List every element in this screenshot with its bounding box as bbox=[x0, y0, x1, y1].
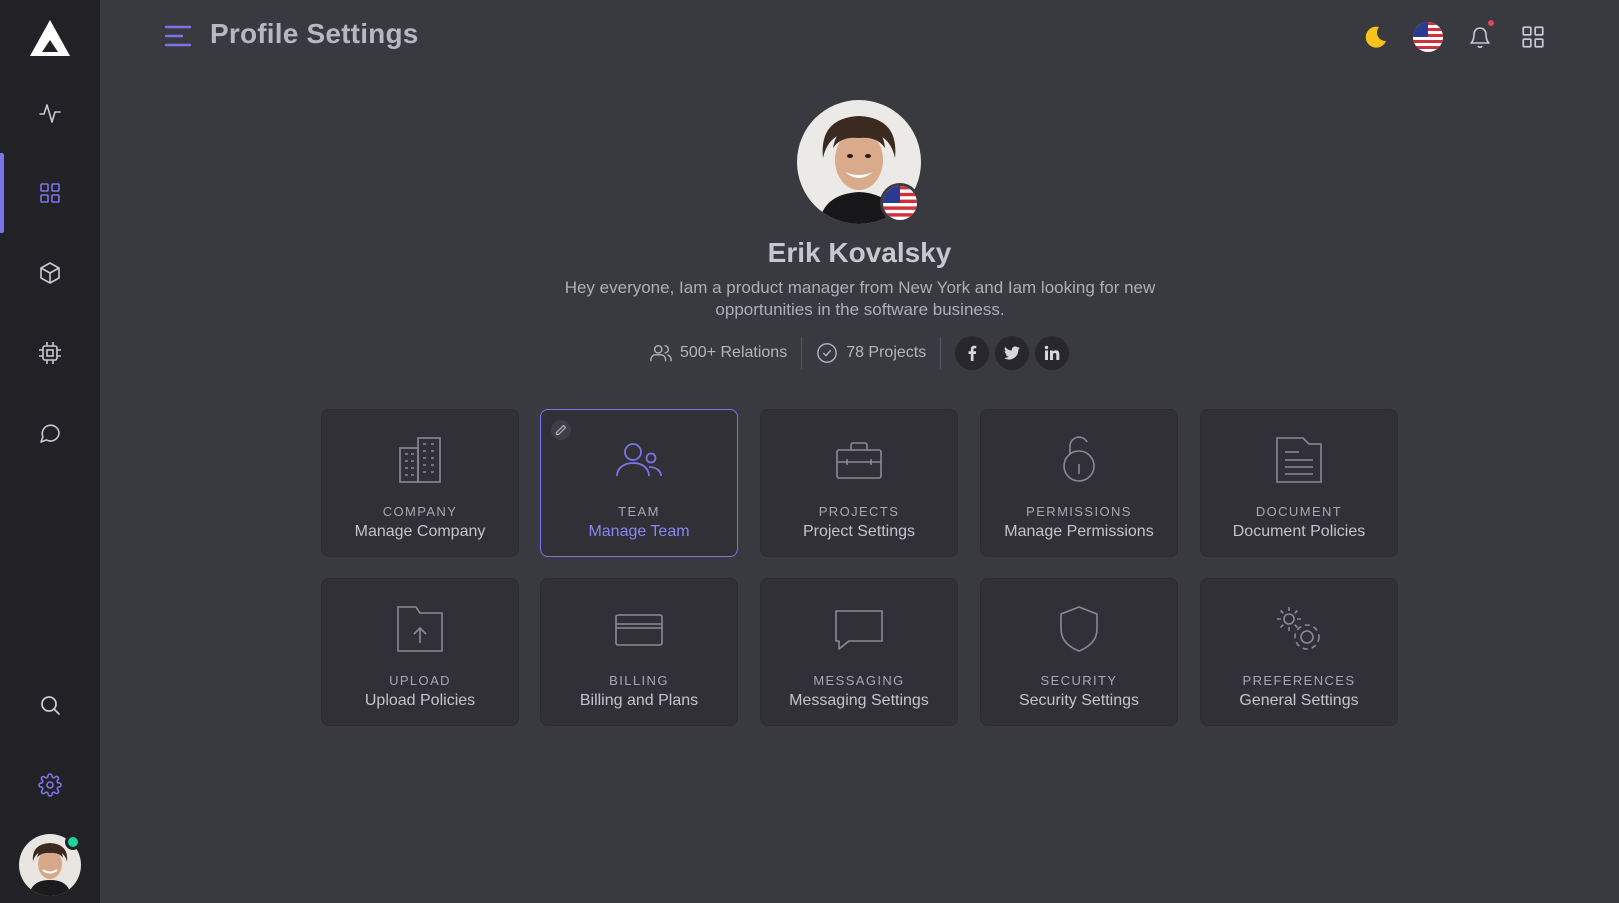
tile-messaging[interactable]: MESSAGING Messaging Settings bbox=[760, 578, 958, 726]
facebook-icon bbox=[968, 345, 977, 361]
upload-folder-icon bbox=[397, 606, 443, 652]
tile-subtitle: Messaging Settings bbox=[789, 692, 929, 709]
tile-security[interactable]: SECURITY Security Settings bbox=[980, 578, 1178, 726]
chat-icon bbox=[40, 424, 60, 443]
profile-name: Erik Kovalsky bbox=[767, 237, 952, 268]
shield-icon bbox=[1060, 606, 1098, 652]
tile-team[interactable]: TEAM Manage Team bbox=[540, 409, 738, 557]
tile-subtitle: Upload Policies bbox=[364, 692, 476, 709]
tile-subtitle: Manage Permissions bbox=[1004, 523, 1154, 540]
tile-label: SECURITY bbox=[1040, 673, 1118, 688]
page-title: Profile Settings bbox=[210, 18, 419, 49]
tile-permissions[interactable]: PERMISSIONS Manage Permissions bbox=[980, 409, 1178, 557]
apps-menu-button[interactable] bbox=[1516, 20, 1550, 54]
tile-company[interactable]: COMPANY Manage Company bbox=[321, 409, 519, 557]
projects-count: 78 Projects bbox=[846, 344, 927, 361]
projects-stat[interactable]: 78 Projects bbox=[816, 342, 926, 364]
profile-bio: Hey everyone, Iam a product manager from… bbox=[564, 278, 1156, 319]
linkedin-icon bbox=[1045, 345, 1060, 360]
profile-stats: 500+ Relations 78 Projects bbox=[650, 336, 1075, 370]
sidebar-item-activity[interactable] bbox=[0, 73, 100, 153]
message-icon bbox=[835, 610, 883, 650]
online-status-dot bbox=[65, 834, 81, 850]
twitter-icon bbox=[1004, 346, 1021, 360]
language-selector[interactable] bbox=[1411, 20, 1445, 54]
tile-label: MESSAGING bbox=[813, 673, 905, 688]
sidebar-item-dashboard[interactable] bbox=[0, 153, 100, 233]
tile-subtitle: Manage Team bbox=[588, 523, 690, 540]
gears-icon bbox=[1277, 607, 1320, 650]
linkedin-button[interactable] bbox=[1035, 336, 1070, 370]
search-icon bbox=[41, 696, 60, 715]
grid-icon bbox=[40, 183, 60, 203]
tile-upload[interactable]: UPLOAD Upload Policies bbox=[321, 578, 519, 726]
us-flag-icon bbox=[1413, 22, 1443, 52]
tile-subtitle: Project Settings bbox=[802, 523, 916, 540]
sidebar-item-settings[interactable] bbox=[0, 745, 100, 825]
stats-divider bbox=[940, 337, 942, 369]
sidebar-item-messages[interactable] bbox=[0, 393, 100, 473]
tile-billing[interactable]: BILLING Billing and Plans bbox=[540, 578, 738, 726]
unlock-icon bbox=[1063, 436, 1095, 482]
facebook-button[interactable] bbox=[955, 336, 990, 370]
tile-subtitle: Manage Company bbox=[354, 523, 486, 540]
tile-subtitle: Security Settings bbox=[1018, 692, 1140, 709]
gear-icon bbox=[38, 773, 62, 797]
twitter-button[interactable] bbox=[995, 336, 1030, 370]
tile-label: PERMISSIONS bbox=[1026, 504, 1132, 519]
notification-dot bbox=[1488, 20, 1494, 26]
check-circle-icon bbox=[817, 343, 838, 363]
sidebar bbox=[0, 0, 100, 903]
building-icon bbox=[399, 437, 441, 483]
tile-label: TEAM bbox=[618, 504, 660, 519]
tile-label: UPLOAD bbox=[389, 673, 451, 688]
notifications-button[interactable] bbox=[1463, 20, 1497, 54]
relations-stat[interactable]: 500+ Relations bbox=[650, 342, 787, 364]
tile-document[interactable]: DOCUMENT Document Policies bbox=[1200, 409, 1398, 557]
tile-subtitle: General Settings bbox=[1239, 692, 1359, 709]
tile-subtitle: Document Policies bbox=[1232, 523, 1366, 540]
tile-projects[interactable]: PROJECTS Project Settings bbox=[760, 409, 958, 557]
relations-count: 500+ Relations bbox=[680, 344, 788, 361]
sidebar-item-hardware[interactable] bbox=[0, 313, 100, 393]
tile-label: COMPANY bbox=[382, 504, 458, 519]
document-icon bbox=[1276, 437, 1322, 483]
tile-label: DOCUMENT bbox=[1255, 504, 1343, 519]
tile-label: BILLING bbox=[609, 673, 669, 688]
credit-card-icon bbox=[615, 614, 663, 646]
activity-icon bbox=[39, 104, 61, 123]
users-icon bbox=[616, 443, 662, 477]
stats-divider bbox=[801, 337, 803, 369]
tile-preferences[interactable]: PREFERENCES General Settings bbox=[1200, 578, 1398, 726]
theme-toggle-button[interactable] bbox=[1358, 20, 1392, 54]
users-icon bbox=[650, 344, 672, 362]
moon-icon bbox=[1365, 26, 1386, 48]
cpu-icon bbox=[39, 342, 61, 364]
bell-icon bbox=[1470, 27, 1490, 49]
apps-grid-icon bbox=[1522, 26, 1544, 48]
logo-icon[interactable] bbox=[28, 18, 72, 58]
tile-label: PROJECTS bbox=[818, 504, 900, 519]
profile-country-flag-icon bbox=[880, 183, 920, 223]
sidebar-item-search[interactable] bbox=[0, 665, 100, 745]
tile-label: PREFERENCES bbox=[1242, 673, 1356, 688]
tile-subtitle: Billing and Plans bbox=[579, 692, 699, 709]
briefcase-icon bbox=[836, 442, 882, 479]
user-avatar[interactable] bbox=[19, 834, 81, 896]
menu-toggle-icon[interactable] bbox=[164, 24, 192, 48]
